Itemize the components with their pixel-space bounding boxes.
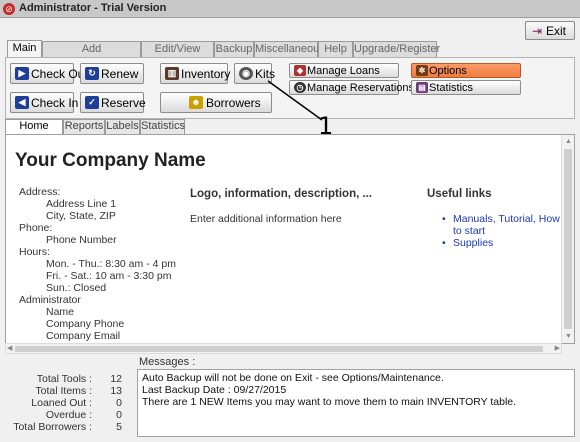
options-icon: ✲ — [416, 65, 428, 76]
scroll-left-icon[interactable]: ◀ — [7, 344, 12, 352]
stat-total-tools: Total Tools : 12 — [5, 373, 122, 385]
manage-loans-icon: ◆ — [294, 65, 306, 76]
stat-overdue: Overdue : 0 — [5, 409, 122, 421]
stat-label: Total Tools : — [36, 373, 92, 385]
manage-loans-label: Manage Loans — [307, 65, 380, 77]
tab-help[interactable]: Help — [318, 41, 353, 58]
check-in-button[interactable]: ◀ Check In — [10, 92, 78, 113]
stat-loaned-out: Loaned Out : 0 — [5, 397, 122, 409]
scroll-down-icon[interactable]: ▼ — [565, 333, 572, 340]
stat-total-items: Total Items : 13 — [5, 385, 122, 397]
link-manuals-tutorial[interactable]: Manuals, Tutorial, How to start — [442, 213, 562, 237]
address-label: Address: — [19, 186, 61, 198]
options-button[interactable]: ✲ Options — [411, 63, 521, 78]
useful-links-list: Manuals, Tutorial, How to start Supplies — [442, 213, 562, 249]
useful-links-heading: Useful links — [427, 188, 492, 200]
admin-email: Company Email — [46, 330, 121, 342]
stat-label: Total Borrowers : — [13, 421, 92, 433]
hours-line-2: Fri. - Sat.: 10 am - 3:30 pm — [46, 270, 172, 282]
statistics-button[interactable]: ▤ Statistics — [411, 80, 521, 95]
borrowers-label: Borrowers — [206, 96, 261, 110]
vertical-scrollbar[interactable]: ▲ ▼ — [561, 135, 574, 343]
subtab-home-page[interactable]: Home Page — [5, 119, 63, 145]
renew-icon: ↻ — [85, 67, 99, 80]
borrowers-icon: ☻ — [189, 96, 203, 109]
exit-label: Exit — [546, 24, 567, 38]
scroll-up-icon[interactable]: ▲ — [565, 138, 572, 145]
check-in-icon: ◀ — [15, 96, 29, 109]
inventory-icon: ▥ — [165, 67, 179, 80]
subtab-labels[interactable]: Labels — [105, 119, 140, 134]
messages-label: Messages : — [139, 356, 196, 368]
admin-name: Name — [46, 306, 75, 318]
admin-label: Administrator — [19, 294, 81, 306]
tab-add-items-borrowers[interactable]: Add Items/Borrowers — [42, 41, 141, 70]
additional-info-text: Enter additional information here — [190, 213, 342, 225]
tab-upgrade-register[interactable]: Upgrade/Register — [353, 41, 440, 58]
message-line: Auto Backup will not be done on Exit - s… — [142, 372, 444, 384]
phone-label: Phone: — [19, 222, 53, 234]
stat-label: Total Items : — [35, 385, 92, 397]
hours-line-3: Sun.: Closed — [46, 282, 107, 294]
message-line: There are 1 NEW Items you may want to mo… — [142, 396, 517, 408]
stat-value: 12 — [110, 373, 122, 385]
phone-value: Phone Number — [46, 234, 117, 246]
stat-value: 13 — [110, 385, 122, 397]
exit-button[interactable]: ⇥ Exit — [525, 21, 575, 40]
tab-backup[interactable]: Backup — [214, 41, 254, 58]
renew-label: Renew — [101, 67, 139, 81]
reserve-icon: ✓ — [85, 96, 99, 109]
check-out-button[interactable]: ▶ Check Out — [10, 63, 88, 84]
app-icon: ⊘ — [3, 3, 15, 15]
renew-button[interactable]: ↻ Renew — [80, 63, 144, 84]
address-line-2: City, State, ZIP — [46, 210, 116, 222]
statistics-label: Statistics — [429, 82, 474, 94]
link-supplies[interactable]: Supplies — [442, 237, 562, 249]
manage-loans-button[interactable]: ◆ Manage Loans — [289, 63, 399, 78]
messages-box[interactable]: Auto Backup will not be done on Exit - s… — [137, 369, 575, 437]
company-info: Address: Address Line 1 City, State, ZIP… — [19, 186, 176, 342]
address-line-1: Address Line 1 — [46, 198, 117, 210]
statistics-icon: ▤ — [416, 82, 428, 93]
home-page-panel: Your Company Name Address: Address Line … — [5, 134, 575, 344]
title-bar: ⊘ Administrator - Trial Version — [0, 0, 580, 18]
stat-label: Overdue : — [45, 409, 92, 421]
stat-value: 0 — [116, 397, 122, 409]
stats-panel: Total Tools : 12 Total Items : 13 Loaned… — [5, 371, 132, 437]
exit-door-icon: ⇥ — [532, 24, 543, 38]
subtab-statistics[interactable]: Statistics — [140, 119, 185, 134]
hours-line-1: Mon. - Thu.: 8:30 am - 4 pm — [46, 258, 176, 270]
horizontal-scrollbar[interactable]: ◀ ▶ — [5, 343, 562, 354]
inventory-label: Inventory — [181, 67, 231, 81]
vertical-scroll-thumb[interactable] — [564, 149, 572, 329]
tab-miscellaneous[interactable]: Miscellaneous — [254, 41, 325, 58]
scroll-right-icon[interactable]: ▶ — [555, 344, 560, 352]
check-in-label: Check In — [31, 96, 79, 110]
window-title: Administrator - Trial Version — [19, 2, 167, 14]
company-name: Your Company Name — [15, 150, 206, 171]
horizontal-scroll-thumb[interactable] — [15, 346, 543, 352]
message-line: Last Backup Date : 09/27/2015 — [142, 384, 287, 396]
logo-info-heading: Logo, information, description, ... — [190, 188, 373, 200]
admin-phone: Company Phone — [46, 318, 125, 330]
kits-icon: ◉ — [239, 67, 253, 80]
stat-total-borrowers: Total Borrowers : 5 — [5, 421, 122, 433]
hours-label: Hours: — [19, 246, 50, 258]
reserve-button[interactable]: ✓ Reserve — [80, 92, 146, 113]
borrowers-button[interactable]: ☻ Borrowers — [160, 92, 272, 113]
tab-edit-view-table[interactable]: Edit/View Table — [141, 41, 214, 70]
options-label: Options — [429, 65, 467, 77]
stat-value: 0 — [116, 409, 122, 421]
stat-value: 5 — [116, 421, 122, 433]
inventory-button[interactable]: ▥ Inventory — [160, 63, 231, 84]
check-out-icon: ▶ — [15, 67, 29, 80]
reserve-label: Reserve — [101, 96, 146, 110]
subtab-reports[interactable]: Reports — [63, 119, 105, 134]
stat-label: Loaned Out : — [31, 397, 92, 409]
